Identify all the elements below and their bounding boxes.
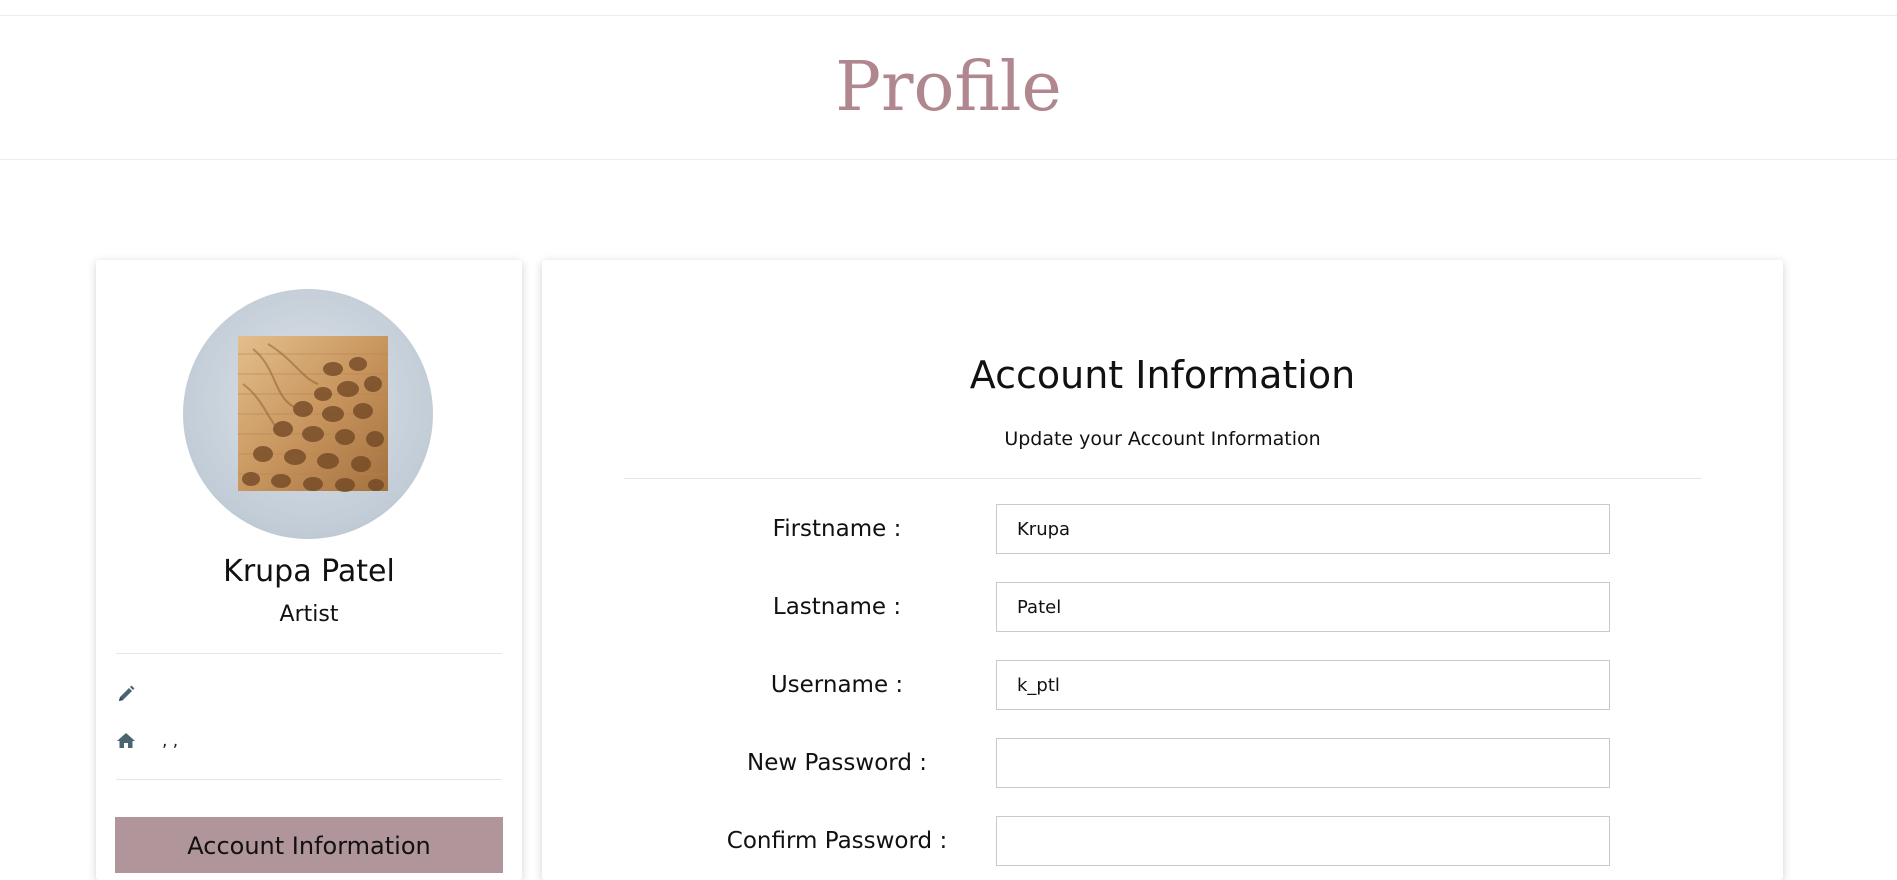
divider <box>116 779 502 780</box>
divider <box>624 478 1702 479</box>
profile-role: Artist <box>279 602 339 627</box>
account-information-button[interactable]: Account Information <box>115 817 503 873</box>
avatar-artwork-image <box>238 336 388 492</box>
new-password-input[interactable] <box>996 738 1610 788</box>
divider <box>116 653 502 654</box>
new-password-label: New Password : <box>747 750 927 776</box>
lastname-input[interactable] <box>996 582 1610 632</box>
address-row: , , <box>116 729 178 753</box>
page-header: Profile <box>0 16 1897 160</box>
home-icon <box>116 731 136 751</box>
account-information-panel: Account Information Update your Account … <box>542 260 1783 880</box>
profile-name: Krupa Patel <box>223 554 395 589</box>
page-title: Profile <box>835 48 1062 127</box>
username-label: Username : <box>770 672 904 698</box>
pencil-icon <box>116 684 136 704</box>
firstname-label: Firstname : <box>772 516 902 542</box>
top-strip <box>0 0 1897 16</box>
firstname-input[interactable] <box>996 504 1610 554</box>
bio-row <box>116 682 162 706</box>
section-subtitle: Update your Account Information <box>1004 428 1321 450</box>
address-text: , , <box>162 731 179 751</box>
username-input[interactable] <box>996 660 1610 710</box>
profile-card: Krupa Patel Artist , , Account Informati… <box>96 260 522 880</box>
section-title: Account Information <box>969 353 1356 397</box>
confirm-password-label: Confirm Password : <box>726 828 948 854</box>
confirm-password-input[interactable] <box>996 816 1610 866</box>
lastname-label: Lastname : <box>772 594 902 620</box>
avatar[interactable] <box>183 289 433 539</box>
